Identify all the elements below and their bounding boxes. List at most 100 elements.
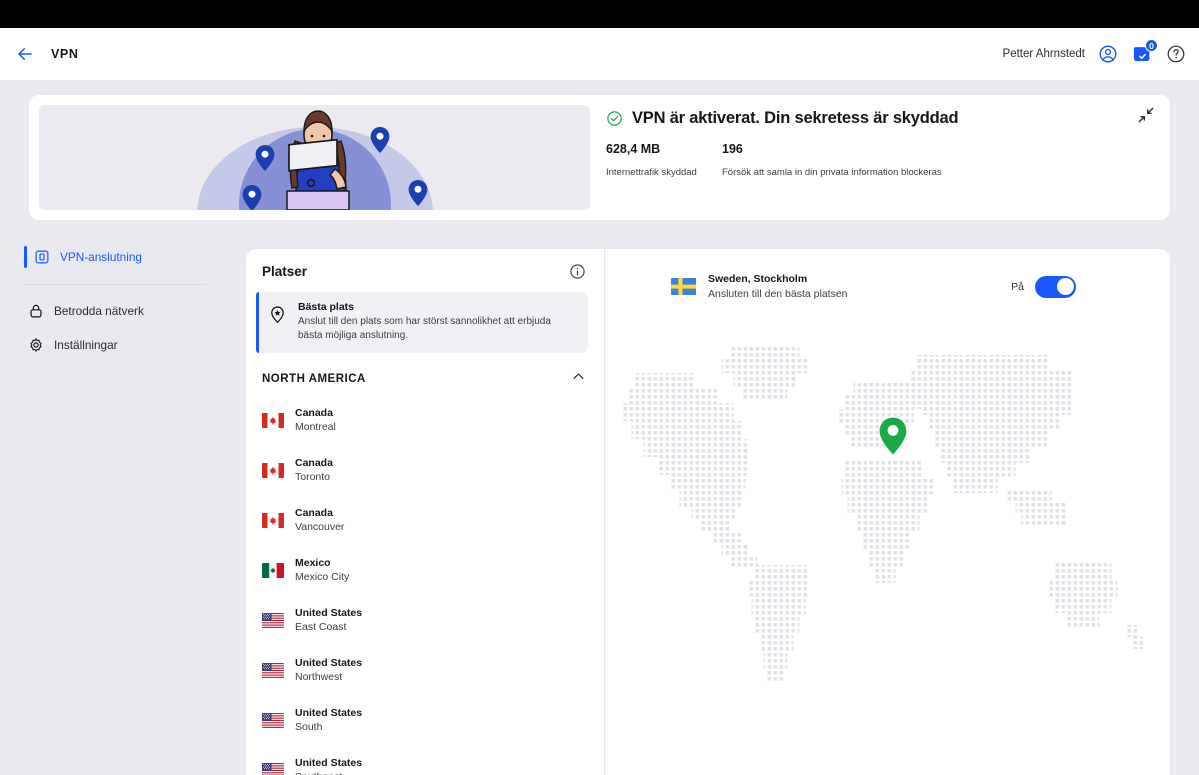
location-group-north-america[interactable]: NORTH AMERICA: [246, 353, 604, 389]
flag-us-icon: [262, 762, 284, 775]
app-header: VPN Petter Ahrnstedt 0: [0, 28, 1199, 80]
toggle-knob: [1056, 278, 1074, 295]
location-row[interactable]: United States South: [246, 695, 604, 745]
world-map: [605, 311, 1170, 711]
map-panel: Sweden, Stockholm Ansluten till den bäst…: [605, 249, 1170, 775]
collapse-icon: [1138, 107, 1154, 123]
location-row-text: Canada Toronto: [295, 457, 333, 483]
location-row[interactable]: United StatesSoutheast: [246, 745, 604, 775]
location-country: Canada: [295, 457, 333, 470]
sidebar-item-settings[interactable]: Inställningar: [0, 328, 228, 362]
flag-ca-icon: [262, 512, 284, 528]
location-row-text: United States Northwest: [295, 657, 362, 683]
help-circle-icon: [1167, 45, 1185, 63]
connection-status-text: Ansluten till den bästa platsen: [708, 288, 848, 300]
flag-ca-icon: [262, 412, 284, 428]
location-row[interactable]: Canada Montreal: [246, 395, 604, 445]
pin-star-icon: [268, 305, 287, 324]
location-city: Southeast: [295, 771, 362, 775]
location-row-text: United States South: [295, 707, 362, 733]
flag-se-icon: [671, 278, 696, 295]
flag-ca-icon: [262, 462, 284, 478]
collapse-banner-button[interactable]: [1136, 105, 1158, 127]
connection-location-name: Sweden, Stockholm: [708, 273, 808, 285]
location-row[interactable]: Canada Toronto: [246, 445, 604, 495]
stat-traffic-label: Internettrafik skyddad: [606, 167, 697, 178]
location-city: South: [295, 721, 323, 734]
stat-blocked: 196 Försök att samla in din privata info…: [722, 142, 942, 178]
location-row[interactable]: Mexico Mexico City: [246, 545, 604, 595]
vpn-toggle-label: På: [1011, 280, 1024, 293]
location-city: Montreal: [295, 421, 336, 434]
location-country: Canada: [295, 407, 333, 420]
stat-blocked-label: Försök att samla in din privata informat…: [722, 167, 942, 178]
locations-panel: Platser Bästa plats Anslut till den plat…: [246, 249, 604, 775]
woman-with-laptop-and-pins-illustration: [39, 105, 590, 210]
arrow-left-icon: [18, 47, 32, 61]
account-circle-icon: [1099, 45, 1117, 63]
check-circle-icon: [607, 111, 622, 126]
help-button[interactable]: [1165, 43, 1187, 65]
user-name-label: Petter Ahrnstedt: [1002, 48, 1085, 60]
location-row-text: Mexico Mexico City: [295, 557, 349, 583]
sidebar-item-trusted-networks[interactable]: Betrodda nätverk: [0, 294, 228, 328]
header-actions: Petter Ahrnstedt 0: [1002, 39, 1199, 65]
location-row[interactable]: Canada Vancouver: [246, 495, 604, 545]
vpn-toggle-switch[interactable]: [1035, 275, 1076, 298]
location-city: Vancouver: [295, 521, 345, 534]
page-title: VPN: [51, 47, 79, 61]
location-row-text: Canada Montreal: [295, 407, 336, 433]
sidebar-item-label: Inställningar: [54, 338, 118, 352]
sidebar-item-label: Betrodda nätverk: [54, 304, 144, 318]
back-button[interactable]: [10, 39, 40, 69]
flag-mx-icon: [262, 562, 284, 578]
best-location-text: Bästa plats Anslut till den plats som ha…: [298, 301, 576, 343]
location-list[interactable]: Canada Montreal Canada Toronto Canada Vancouv…: [246, 395, 604, 775]
wallet-button[interactable]: 0: [1131, 39, 1158, 65]
main-content-card: Platser Bästa plats Anslut till den plat…: [246, 249, 1170, 775]
flag-us-icon: [262, 662, 284, 678]
info-circle-icon[interactable]: [569, 263, 586, 280]
locations-header: Platser: [246, 249, 604, 280]
sidebar-divider: [22, 284, 206, 285]
location-row[interactable]: United States East Coast: [246, 595, 604, 645]
locations-title: Platser: [262, 264, 308, 279]
location-country: Mexico: [295, 557, 331, 570]
location-city: Toronto: [295, 471, 331, 484]
status-details: VPN är aktiverat. Din sekretess är skydd…: [600, 95, 1170, 220]
os-title-bar: [0, 0, 1199, 28]
stat-traffic: 628,4 MB Internettrafik skyddad: [606, 142, 722, 178]
vpn-toggle-area: På: [1011, 275, 1140, 298]
chevron-up-icon[interactable]: [571, 369, 586, 389]
location-country: United States: [295, 607, 363, 620]
location-city: East Coast: [295, 621, 347, 634]
best-location-option[interactable]: Bästa plats Anslut till den plats som ha…: [256, 292, 588, 354]
vpn-status-banner: VPN är aktiverat. Din sekretess är skydd…: [29, 95, 1170, 220]
stat-traffic-value: 628,4 MB: [606, 142, 661, 156]
location-city: Mexico City: [295, 571, 350, 584]
sidebar-item-vpn-connection[interactable]: VPN-anslutning: [0, 240, 228, 274]
world-map-svg: [623, 345, 1144, 683]
location-country: United States: [295, 707, 363, 720]
flag-us-icon: [262, 612, 284, 628]
location-row-text: United StatesSoutheast: [295, 757, 362, 775]
current-connection-text: Sweden, Stockholm Ansluten till den bäst…: [708, 273, 848, 300]
sidebar: VPN-anslutning Betrodda nätverk Inställn…: [0, 240, 228, 362]
status-headline-row: VPN är aktiverat. Din sekretess är skydd…: [606, 109, 1154, 128]
vpn-connection-icon: [33, 249, 50, 266]
map-pin-icon: [877, 416, 909, 461]
sidebar-item-label: VPN-anslutning: [60, 250, 142, 264]
best-location-title: Bästa plats: [298, 301, 355, 313]
location-country: Canada: [295, 507, 333, 520]
current-connection-row: Sweden, Stockholm Ansluten till den bäst…: [605, 249, 1170, 300]
flag-us-icon: [262, 712, 284, 728]
vpn-app-window: VPN Petter Ahrnstedt 0 VPN är aktiverat.…: [0, 0, 1199, 775]
location-row-text: United States East Coast: [295, 607, 362, 633]
lock-icon: [27, 303, 44, 320]
account-button[interactable]: [1097, 43, 1119, 65]
gear-icon: [27, 337, 44, 354]
location-row-text: Canada Vancouver: [295, 507, 344, 533]
status-stats: 628,4 MB Internettrafik skyddad 196 Förs…: [606, 142, 1154, 178]
location-row[interactable]: United States Northwest: [246, 645, 604, 695]
location-country: United States: [295, 657, 363, 670]
